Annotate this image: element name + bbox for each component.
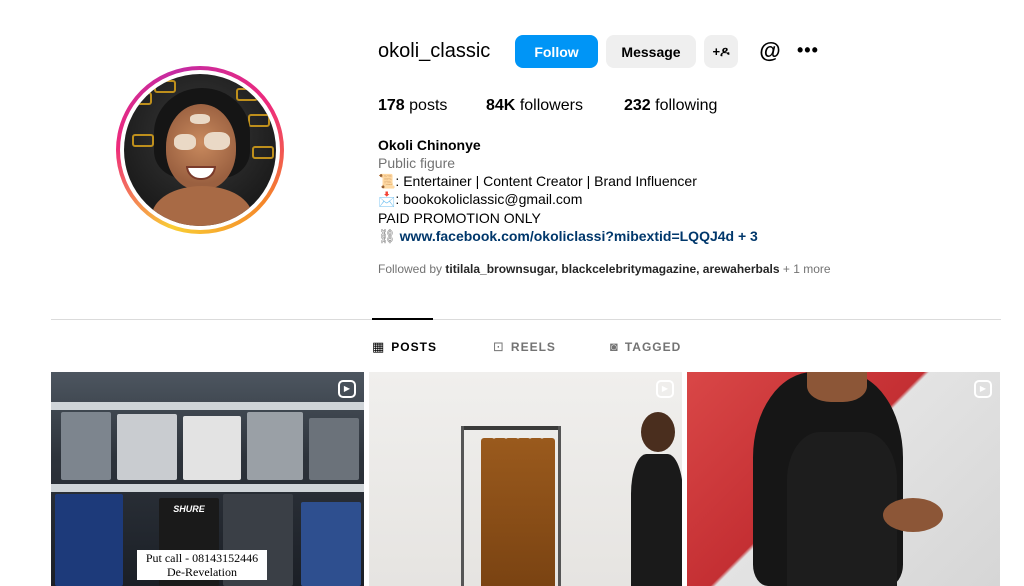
product-box xyxy=(309,418,359,480)
threads-icon[interactable]: @ xyxy=(758,38,782,64)
garment xyxy=(541,438,555,586)
hand xyxy=(883,498,943,532)
reel-icon: ▶ xyxy=(974,380,992,398)
post-thumbnail[interactable]: SHURE Put call - 08143152446 De-Revelati… xyxy=(51,372,364,586)
caption-name: De-Revelation xyxy=(167,565,237,579)
tabs-divider xyxy=(51,319,1001,320)
reel-icon: ▶ xyxy=(338,380,356,398)
clothes-rack-bar xyxy=(461,426,561,430)
post-caption-overlay: Put call - 08143152446 De-Revelation xyxy=(137,550,267,580)
link-icon: ⛓ xyxy=(378,228,396,244)
tab-label: TAGGED xyxy=(624,339,682,354)
followed-by-suffix: + 1 more xyxy=(782,262,831,276)
following-stat[interactable]: 232 following xyxy=(624,97,717,115)
avatar-skin-patch xyxy=(174,134,196,150)
avatar-skin-patch xyxy=(204,132,230,150)
bg-hex xyxy=(132,134,154,147)
face xyxy=(807,372,867,402)
person xyxy=(631,412,682,586)
bio-category: Public figure xyxy=(378,155,456,171)
product-box xyxy=(61,412,111,480)
dress xyxy=(787,432,897,586)
suggest-user-button[interactable]: +ዶ xyxy=(704,35,738,68)
brand-label: SHURE xyxy=(173,504,205,514)
posts-stat: 178 posts xyxy=(378,97,447,115)
active-tab-indicator xyxy=(372,318,433,320)
post-thumbnail[interactable]: ▶ xyxy=(687,372,1000,586)
profile-username: okoli_classic xyxy=(378,40,491,62)
product-box xyxy=(301,502,361,586)
followed-by-prefix: Followed by xyxy=(378,262,443,276)
followers-stat[interactable]: 84K followers xyxy=(486,97,583,115)
grid-icon: ▦ xyxy=(372,339,386,354)
tab-label: POSTS xyxy=(391,340,437,354)
bg-hex xyxy=(248,114,270,127)
product-box xyxy=(247,412,303,480)
product-box xyxy=(183,416,241,480)
reels-icon: ⊡ xyxy=(493,339,505,354)
posts-count: 178 xyxy=(378,97,405,114)
bg-hex xyxy=(252,146,274,159)
post-thumbnail[interactable]: ▶ xyxy=(369,372,682,586)
bio-external-link[interactable]: ⛓ www.facebook.com/okoliclassi?mibextid=… xyxy=(378,227,758,245)
followers-count: 84K xyxy=(486,97,516,114)
bg-hex xyxy=(154,80,176,93)
clothes-rack-pole xyxy=(558,426,561,586)
tab-posts[interactable]: ▦ POSTS xyxy=(372,339,437,355)
tab-reels[interactable]: ⊡ REELS xyxy=(493,339,556,355)
reel-icon: ▶ xyxy=(656,380,674,398)
followers-label: followers xyxy=(519,97,583,114)
avatar-border xyxy=(120,70,280,230)
follow-button[interactable]: Follow xyxy=(515,35,598,68)
caption-phone: Put call - 08143152446 xyxy=(145,551,259,565)
bg-hex xyxy=(130,92,152,105)
avatar xyxy=(124,74,276,226)
shelf xyxy=(51,484,364,492)
followed-by[interactable]: Followed by titilala_brownsugar, blackce… xyxy=(378,262,831,276)
product-box xyxy=(117,414,177,480)
message-button[interactable]: Message xyxy=(606,35,696,68)
more-options-icon[interactable]: ••• xyxy=(797,38,823,64)
bio-full-name: Okoli Chinonye xyxy=(378,137,481,153)
profile-avatar-ring[interactable] xyxy=(116,66,284,234)
add-user-icon: +ዶ xyxy=(712,43,730,59)
shelf xyxy=(51,402,364,410)
bio-line: PAID PROMOTION ONLY xyxy=(378,210,541,226)
avatar-skin-patch xyxy=(190,114,210,124)
following-count: 232 xyxy=(624,97,651,114)
followed-by-names: titilala_brownsugar, blackcelebritymagaz… xyxy=(445,262,780,276)
posts-label: posts xyxy=(409,97,448,114)
bio-email-line: 📩: bookokoliclassic@gmail.com xyxy=(378,191,583,207)
bg-hex xyxy=(236,88,258,101)
bio-link-text: www.facebook.com/okoliclassi?mibextid=LQ… xyxy=(399,228,758,244)
clothes-rack-pole xyxy=(461,426,464,586)
tab-label: REELS xyxy=(510,340,556,354)
product-box xyxy=(55,494,123,586)
following-label: following xyxy=(655,97,718,114)
avatar-shoulders xyxy=(152,186,252,226)
bio-line: 📜: Entertainer | Content Creator | Brand… xyxy=(378,173,697,189)
tab-tagged[interactable]: ◙ TAGGED xyxy=(610,339,681,354)
tagged-icon: ◙ xyxy=(610,339,619,354)
